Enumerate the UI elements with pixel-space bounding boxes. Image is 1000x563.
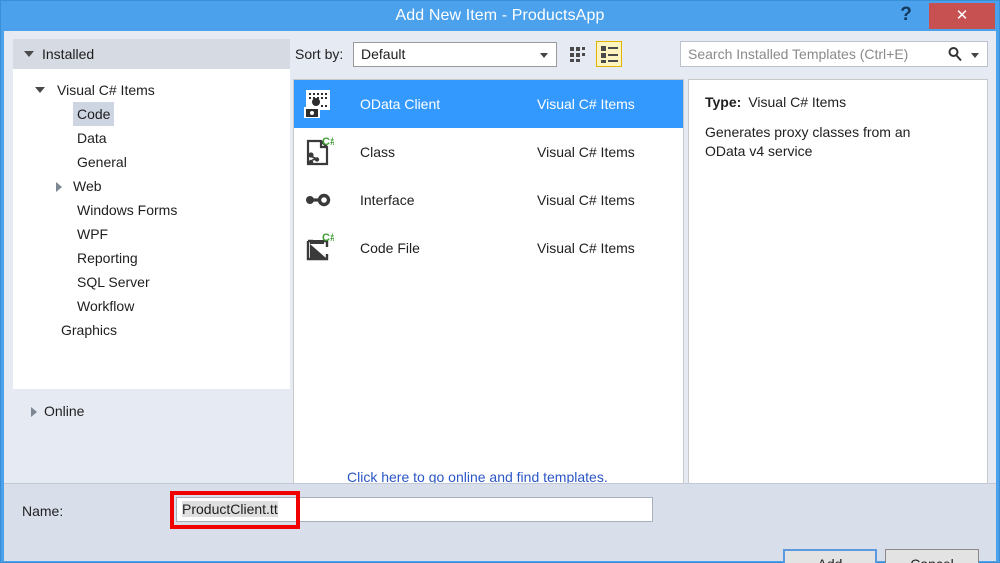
sidebar: Installed Visual C# Items Code Data Gene… — [13, 39, 290, 481]
sidebar-item-data[interactable]: Data — [13, 126, 290, 150]
add-new-item-dialog: Add New Item - ProductsApp ? ✕ Installed… — [0, 0, 1000, 563]
detail-type-row: Type: Visual C# Items — [705, 94, 971, 110]
sidebar-item-workflow[interactable]: Workflow — [13, 294, 290, 318]
template-row-class[interactable]: C# Class Visual C# Items — [294, 128, 683, 176]
chevron-right-icon — [31, 406, 37, 417]
sidebar-item-label: Reporting — [77, 250, 138, 266]
sidebar-item-wpf[interactable]: WPF — [13, 222, 290, 246]
interface-icon — [302, 184, 334, 216]
detail-description: Generates proxy classes from an OData v4… — [705, 124, 911, 159]
chevron-down-icon — [540, 53, 548, 58]
template-details-panel: Type: Visual C# Items Generates proxy cla… — [688, 79, 988, 504]
sidebar-item-reporting[interactable]: Reporting — [13, 246, 290, 270]
chevron-down-icon[interactable] — [971, 53, 979, 58]
list-view-icon[interactable] — [596, 41, 622, 67]
sidebar-item-label: Visual C# Items — [57, 82, 155, 98]
template-list: OData Client Visual C# Items C Class Vis… — [293, 79, 684, 504]
svg-text:C#: C# — [322, 136, 334, 148]
detail-type-value: Visual C# Items — [748, 94, 847, 110]
close-button[interactable]: ✕ — [929, 3, 995, 29]
name-input-value: ProductClient.tt — [182, 501, 278, 517]
template-name: Code File — [360, 240, 420, 256]
sidebar-item-graphics[interactable]: Graphics — [13, 318, 290, 342]
sort-by-dropdown[interactable]: Default — [353, 42, 557, 67]
add-button[interactable]: Add — [783, 549, 877, 563]
csharp-code-file-icon: C# — [302, 232, 336, 264]
search-input[interactable]: Search Installed Templates (Ctrl+E) — [688, 42, 908, 66]
sidebar-item-label: Workflow — [77, 298, 135, 314]
sidebar-item-label: WPF — [77, 226, 109, 242]
csharp-class-icon: C# — [302, 136, 336, 168]
detail-type-label: Type: — [705, 94, 742, 110]
list-toolbar: Sort by: Default — [295, 39, 685, 73]
tiles-view-icon[interactable] — [565, 41, 591, 67]
sidebar-item-label: Windows Forms — [77, 202, 178, 218]
sidebar-item-visual-csharp-items[interactable]: Visual C# Items — [13, 78, 290, 102]
sidebar-item-label: Graphics — [61, 322, 118, 338]
template-row-code-file[interactable]: C# Code File Visual C# Items — [294, 224, 683, 272]
sidebar-item-windows-forms[interactable]: Windows Forms — [13, 198, 290, 222]
chevron-down-icon — [35, 87, 45, 94]
title-bar: Add New Item - ProductsApp ? ✕ — [1, 1, 999, 31]
sidebar-item-sql-server[interactable]: SQL Server — [13, 270, 290, 294]
sort-by-label: Sort by: — [295, 46, 344, 62]
sidebar-group-installed-label: Installed — [42, 46, 95, 62]
template-category: Visual C# Items — [537, 240, 635, 256]
help-button[interactable]: ? — [889, 1, 923, 29]
template-category: Visual C# Items — [537, 144, 635, 160]
name-input[interactable]: ProductClient.tt — [176, 497, 653, 522]
sidebar-group-online-label: Online — [44, 403, 85, 419]
name-label: Name: — [22, 503, 64, 519]
chevron-down-icon — [24, 51, 34, 58]
window-title: Add New Item - ProductsApp — [395, 7, 605, 24]
dialog-body: Installed Visual C# Items Code Data Gene… — [4, 31, 996, 563]
sidebar-item-label: Code — [73, 102, 115, 126]
sidebar-item-web[interactable]: Web — [13, 174, 290, 198]
template-row-odata-client[interactable]: OData Client Visual C# Items — [294, 80, 683, 128]
search-box[interactable]: Search Installed Templates (Ctrl+E) — [680, 41, 988, 67]
sort-by-value: Default — [361, 46, 406, 62]
template-row-interface[interactable]: Interface Visual C# Items — [294, 176, 683, 224]
template-name: Class — [360, 144, 396, 160]
sidebar-item-label: Web — [73, 178, 102, 194]
sidebar-tree: Visual C# Items Code Data General Web Wi… — [13, 69, 290, 389]
svg-text:C#: C# — [322, 232, 334, 244]
template-name: OData Client — [360, 96, 441, 112]
template-name: Interface — [360, 192, 415, 208]
sidebar-group-online[interactable]: Online — [13, 398, 290, 424]
sidebar-item-code[interactable]: Code — [13, 102, 290, 126]
dialog-footer: Name: ProductClient.tt Add Cancel — [4, 483, 996, 563]
template-category: Visual C# Items — [537, 96, 635, 112]
sidebar-group-installed[interactable]: Installed — [13, 39, 290, 69]
sidebar-item-general[interactable]: General — [13, 150, 290, 174]
odata-client-icon — [302, 88, 334, 120]
sidebar-item-label: Data — [77, 130, 107, 146]
chevron-right-icon — [56, 181, 62, 192]
cancel-button[interactable]: Cancel — [885, 549, 979, 563]
sidebar-item-label: General — [77, 154, 127, 170]
search-icon[interactable] — [947, 46, 963, 62]
template-category: Visual C# Items — [537, 192, 635, 208]
sidebar-item-label: SQL Server — [77, 274, 150, 290]
